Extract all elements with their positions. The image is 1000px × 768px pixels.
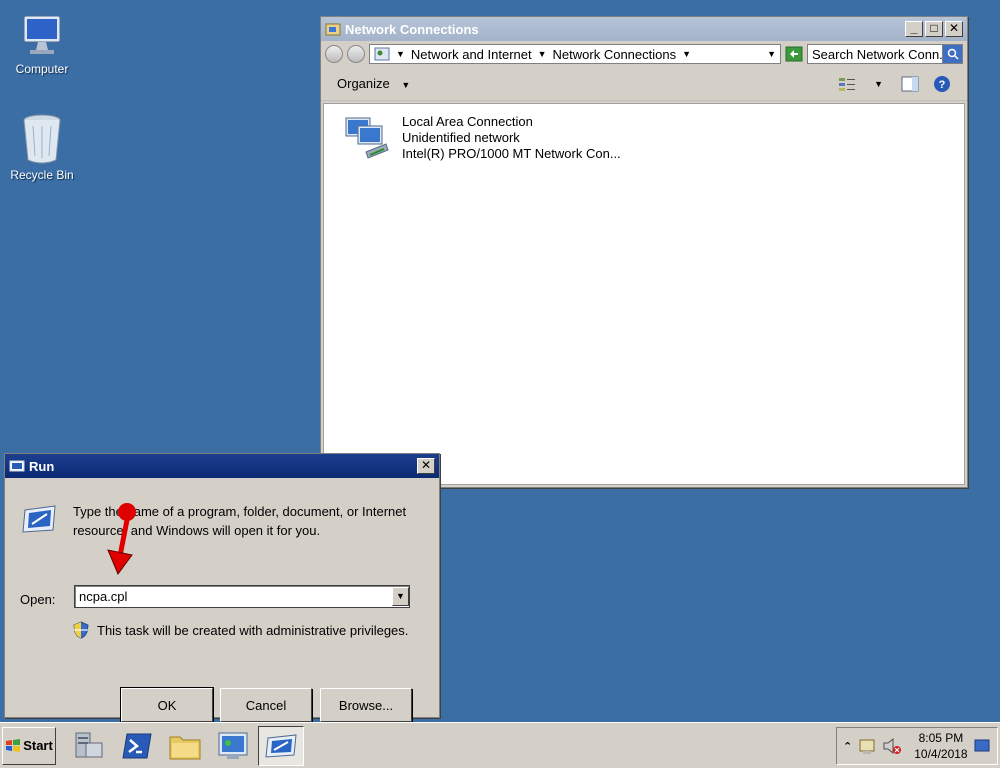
- desktop-icon-computer[interactable]: Computer: [2, 14, 82, 76]
- maximize-button[interactable]: □: [925, 21, 943, 37]
- local-area-connection-item[interactable]: Local Area Connection Unidentified netwo…: [342, 114, 621, 162]
- run-dialog: Run ✕ Type the name of a program, folder…: [4, 453, 440, 723]
- taskbar-windows-explorer[interactable]: [162, 726, 208, 766]
- ok-label: OK: [157, 697, 177, 713]
- command-bar: Organize ▼ ▼ ?: [321, 67, 967, 101]
- open-dropdown-button[interactable]: ▼: [392, 587, 409, 606]
- taskbar-server-manager[interactable]: [66, 726, 112, 766]
- open-input[interactable]: [79, 589, 392, 604]
- start-label: Start: [23, 738, 53, 753]
- view-options-dropdown-icon[interactable]: ▼: [874, 79, 883, 89]
- breadcrumb-network-and-internet[interactable]: Network and Internet: [411, 47, 532, 62]
- breadcrumb-network-connections[interactable]: Network Connections: [553, 47, 677, 62]
- recycle-bin-icon: [23, 114, 61, 164]
- powershell-icon: [122, 733, 152, 758]
- folder-icon: [169, 736, 201, 759]
- svg-text:?: ?: [939, 79, 946, 91]
- connections-list: Local Area Connection Unidentified netwo…: [323, 103, 965, 485]
- network-folder-icon: [325, 23, 341, 36]
- chevron-down-icon: ▼: [401, 80, 411, 90]
- desktop-icon-label: Computer: [15, 62, 69, 76]
- connection-adapter: Intel(R) PRO/1000 MT Network Con...: [402, 146, 621, 161]
- breadcrumb-arrow-icon[interactable]: ▼: [396, 49, 405, 59]
- organize-menu[interactable]: Organize ▼: [337, 76, 838, 91]
- privilege-note: This task will be created with administr…: [73, 621, 408, 639]
- address-bar-row: ▼ Network and Internet ▼ Network Connect…: [321, 41, 967, 67]
- open-combobox[interactable]: ▼: [74, 585, 410, 608]
- network-adapter-icon: [345, 117, 389, 159]
- clock-date: 10/4/2018: [914, 747, 968, 761]
- server-manager-icon: [75, 732, 103, 757]
- change-view-icon[interactable]: [838, 76, 856, 92]
- search-input[interactable]: Search Network Conn...: [807, 44, 963, 64]
- connection-status: Unidentified network: [402, 130, 520, 145]
- system-tray: ⌃ 8:05 PM 10/4/2018: [836, 727, 998, 765]
- run-titlebar[interactable]: Run ✕: [5, 454, 439, 478]
- action-center-icon[interactable]: [858, 737, 876, 755]
- run-taskbar-icon: [265, 733, 297, 758]
- privilege-text: This task will be created with administr…: [97, 622, 409, 638]
- cancel-label: Cancel: [245, 697, 287, 713]
- show-desktop-icon[interactable]: [974, 739, 990, 753]
- address-bar[interactable]: ▼ Network and Internet ▼ Network Connect…: [369, 44, 781, 64]
- organize-label: Organize: [337, 76, 390, 91]
- volume-muted-icon[interactable]: [882, 737, 902, 755]
- control-panel-icon: [374, 47, 390, 61]
- start-button[interactable]: Start: [2, 726, 56, 765]
- clock-time: 8:05 PM: [918, 731, 964, 745]
- taskbar-run[interactable]: [258, 725, 304, 766]
- breadcrumb-arrow-icon[interactable]: ▼: [538, 49, 547, 59]
- computer-icon: [23, 15, 61, 54]
- address-history-dropdown-icon[interactable]: ▼: [767, 49, 776, 59]
- refresh-icon[interactable]: [785, 45, 803, 63]
- clock[interactable]: 8:05 PM 10/4/2018: [914, 730, 967, 762]
- taskbar-network-connections[interactable]: [210, 726, 256, 766]
- browse-button[interactable]: Browse...: [320, 688, 412, 722]
- close-button[interactable]: ✕: [945, 21, 963, 37]
- back-button[interactable]: [325, 45, 343, 63]
- search-placeholder: Search Network Conn...: [812, 46, 942, 62]
- run-close-button[interactable]: ✕: [417, 458, 435, 474]
- search-icon: [947, 48, 959, 60]
- network-control-panel-icon: [218, 732, 248, 759]
- preview-pane-icon[interactable]: [901, 76, 919, 92]
- windows-logo-icon: [6, 738, 21, 752]
- connection-name: Local Area Connection: [402, 114, 533, 129]
- desktop-icon-label: Recycle Bin: [10, 168, 74, 182]
- run-title-icon: [9, 460, 25, 472]
- taskbar-powershell[interactable]: [114, 726, 160, 766]
- taskbar: Start ⌃ 8:05 PM 10/4/2018: [0, 722, 1000, 768]
- help-icon[interactable]: ?: [933, 75, 951, 93]
- desktop-icon-recycle-bin[interactable]: Recycle Bin: [2, 112, 82, 182]
- browse-label: Browse...: [338, 697, 394, 713]
- network-connections-window: Network Connections _ □ ✕ ▼ Network and …: [320, 16, 968, 488]
- window-title: Network Connections: [345, 21, 479, 37]
- window-titlebar[interactable]: Network Connections _ □ ✕: [321, 17, 967, 41]
- search-button[interactable]: [942, 45, 962, 63]
- forward-button[interactable]: [347, 45, 365, 63]
- minimize-button[interactable]: _: [905, 21, 923, 37]
- show-hidden-icons-button[interactable]: ⌃: [843, 740, 852, 753]
- run-icon: [22, 505, 56, 533]
- annotation-arrow: [107, 503, 136, 576]
- open-label: Open:: [20, 592, 56, 607]
- cancel-button[interactable]: Cancel: [220, 688, 312, 722]
- ok-button[interactable]: OK: [120, 687, 214, 723]
- uac-shield-icon: [73, 621, 89, 639]
- breadcrumb-arrow-icon[interactable]: ▼: [682, 49, 691, 59]
- run-title: Run: [29, 458, 55, 474]
